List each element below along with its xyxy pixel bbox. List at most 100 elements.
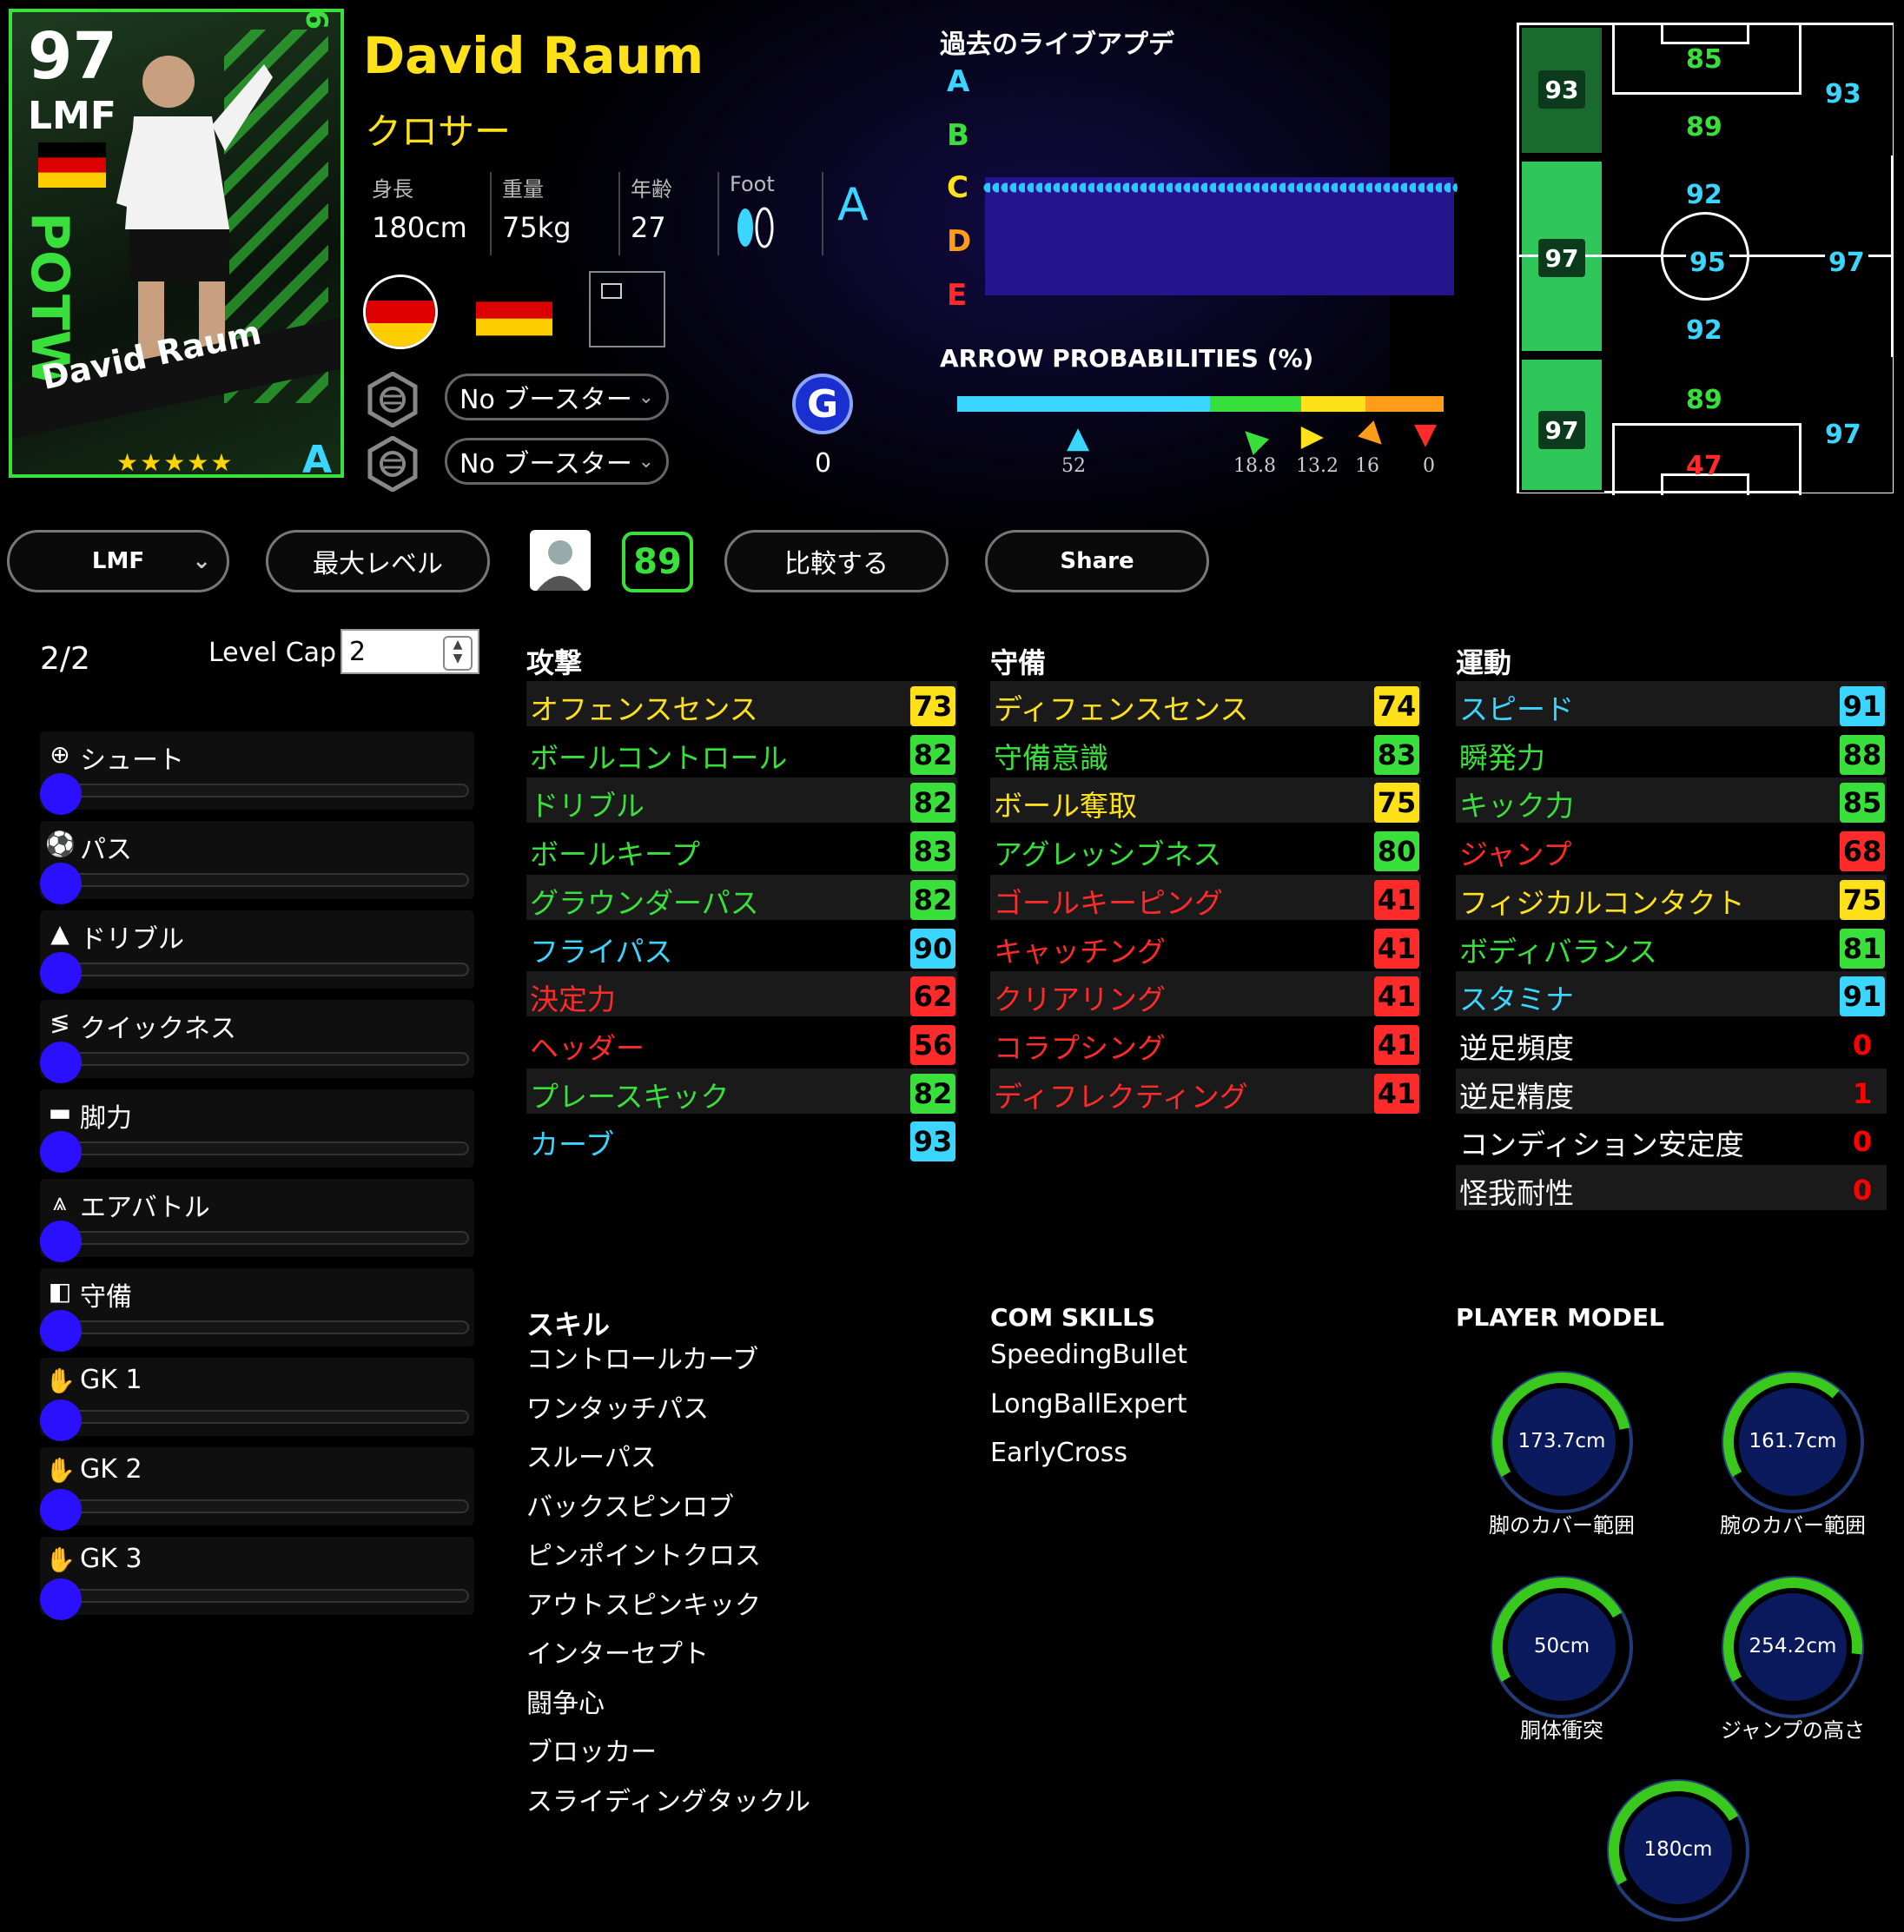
gauge-label: ジャンプの高さ [1720, 1718, 1866, 1743]
progression-icon: ◧ [48, 1277, 72, 1306]
stat-name: スタミナ [1459, 983, 1574, 1017]
com-skill-item: SpeedingBullet [990, 1340, 1187, 1370]
weight-label: 重量 [502, 177, 544, 202]
stat-name: 瞬発力 [1459, 740, 1545, 775]
arrow-prob-segment [957, 396, 1211, 412]
progression-icon: ✋ [45, 1456, 76, 1485]
stat-name: 怪我耐性 [1459, 1176, 1574, 1210]
progression-slider-knob[interactable] [40, 952, 82, 994]
gauge-label: 胴体衝突 [1520, 1718, 1603, 1743]
booster-select-1-label: No ブースター [459, 385, 632, 415]
pitch-rating-rmf: 97 [1825, 248, 1868, 278]
progression-slider-knob[interactable] [40, 773, 82, 815]
stat-value: 73 [910, 686, 955, 726]
broken-image-icon [601, 283, 622, 299]
arrow-prob-segment [1301, 396, 1366, 412]
progression-track[interactable] [57, 784, 469, 797]
progression-track[interactable] [57, 1231, 469, 1245]
live-level-e: E [947, 278, 968, 313]
progression-track[interactable] [57, 1499, 469, 1513]
skill-item: バックスピンロブ [526, 1492, 735, 1523]
pitch-rating-lb: 97 [1538, 411, 1585, 449]
stat-row: スタミナ 91 [1456, 971, 1887, 1017]
compare-button[interactable]: 比較する [724, 530, 949, 592]
progression-icon: ▲ [50, 919, 69, 948]
stat-row: 守備意識 83 [990, 730, 1421, 775]
stat-name: ゴールキーピング [994, 885, 1223, 920]
stat-row: コンディション安定度 0 [1456, 1116, 1887, 1161]
overall-shield-badge[interactable]: 89 [622, 532, 693, 592]
gauge-value: 161.7cm [1749, 1430, 1837, 1452]
age-info: 年齢 27 [618, 172, 672, 255]
stat-value: 41 [1374, 976, 1419, 1017]
progression-row: ⩓ エアバトル [40, 1179, 474, 1262]
skill-item: ワンタッチパス [526, 1393, 709, 1425]
stat-name: プレースキック [530, 1079, 730, 1114]
stat-value: 62 [910, 976, 955, 1017]
progression-slider-knob[interactable] [40, 1221, 82, 1262]
manager-avatar-icon[interactable] [530, 530, 591, 591]
stat-name: ジャンプ [1459, 837, 1572, 872]
progression-track[interactable] [57, 873, 469, 887]
arrow-prob-bar [957, 396, 1444, 412]
progression-slider-knob[interactable] [40, 1131, 82, 1173]
pitch-rating-rwf: 93 [1825, 79, 1861, 109]
progression-track[interactable] [57, 1589, 469, 1603]
level-cap-input[interactable]: 2 ▲ ▼ [340, 629, 479, 674]
progression-track[interactable] [57, 1410, 469, 1424]
live-level-d: D [947, 224, 972, 259]
stat-row: オフェンスセンス 73 [526, 681, 957, 726]
progression-row: ◧ 守備 [40, 1268, 474, 1352]
progression-slider-knob[interactable] [40, 1399, 82, 1441]
skill-item: スルーパス [526, 1443, 657, 1473]
progression-icon: ⚽ [45, 830, 76, 858]
max-level-button[interactable]: 最大レベル [266, 530, 490, 592]
stat-name: コラプシング [994, 1030, 1166, 1065]
stat-value: 1 [1852, 1076, 1873, 1110]
booster-select-1[interactable]: No ブースター ⌄ [445, 374, 669, 420]
progression-slider-knob[interactable] [40, 1310, 82, 1352]
progression-track[interactable] [57, 1141, 469, 1155]
progression-label: 脚力 [80, 1103, 132, 1134]
position-select[interactable]: LMF ⌄ [7, 530, 229, 592]
pitch-rating-dmf: 92 [1686, 315, 1722, 346]
stat-value: 68 [1840, 831, 1885, 872]
foot-label: Foot [730, 172, 775, 196]
progression-slider-knob[interactable] [40, 1489, 82, 1531]
booster-select-2[interactable]: No ブースター ⌄ [445, 438, 669, 485]
stat-value: 80 [1374, 831, 1419, 872]
stat-name: ボールキープ [530, 837, 701, 872]
stat-row: ドリブル 82 [526, 777, 957, 824]
share-button[interactable]: Share [985, 530, 1209, 592]
stat-value: 83 [910, 831, 955, 872]
stat-value: 0 [1852, 1125, 1873, 1159]
stat-name: カーブ [530, 1128, 615, 1162]
stat-row: ディフレクティング 41 [990, 1068, 1421, 1114]
stat-name: クリアリング [994, 983, 1166, 1017]
stat-name: ボールコントロール [530, 740, 788, 775]
chevron-down-icon: ⌄ [638, 386, 654, 408]
progression-label: シュート [80, 745, 184, 776]
progression-label: GK 3 [80, 1544, 142, 1574]
progression-slider-knob[interactable] [40, 1042, 82, 1083]
stat-value: 75 [1840, 879, 1885, 920]
progression-icon: ⊕ [50, 740, 70, 769]
progression-track[interactable] [57, 963, 469, 976]
progression-label: エアバトル [80, 1193, 210, 1223]
spinner-arrows-icon[interactable]: ▲ ▼ [443, 636, 473, 671]
pitch-rating-gk: 47 [1686, 451, 1722, 481]
physical-title: 運動 [1456, 646, 1512, 679]
club-logo-placeholder [589, 271, 665, 347]
progression-slider-knob[interactable] [40, 863, 82, 904]
gauge-label: 腕のカバー範囲 [1720, 1513, 1866, 1538]
foot-info: Foot [717, 172, 782, 255]
gauge: 161.7cm [1715, 1364, 1871, 1520]
progression-slider-knob[interactable] [40, 1578, 82, 1620]
live-level-marker [982, 180, 1458, 195]
progression-track[interactable] [57, 1052, 469, 1066]
position-select-label: LMF [91, 548, 145, 574]
stat-value: 41 [1374, 1073, 1419, 1114]
live-level-a: A [947, 64, 970, 99]
progression-track[interactable] [57, 1320, 469, 1334]
stat-row: ディフェンスセンス 74 [990, 681, 1421, 726]
